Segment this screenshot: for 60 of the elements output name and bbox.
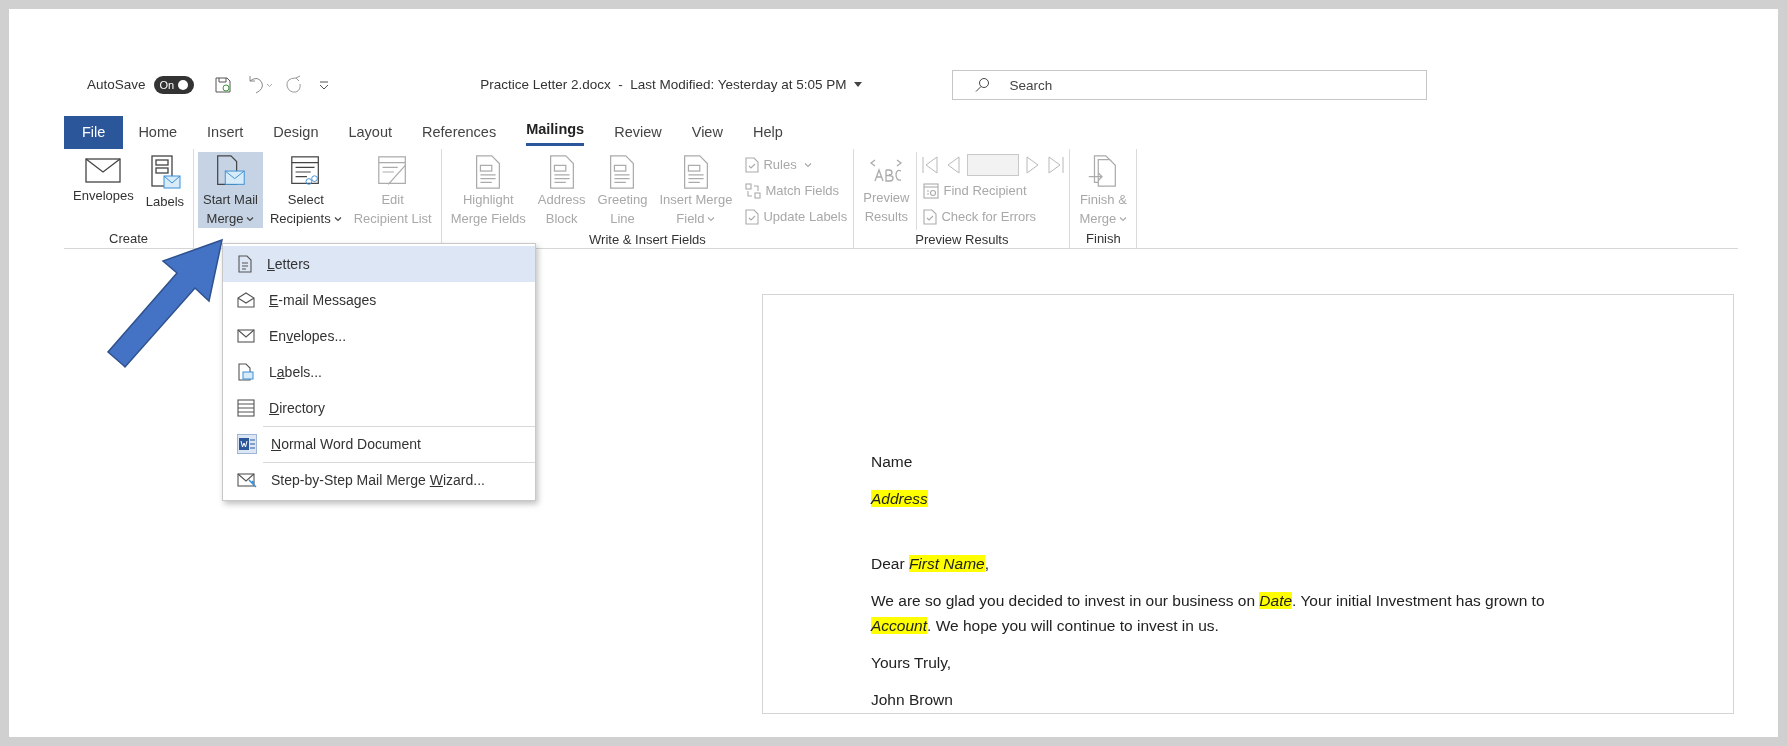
document-check-icon [745,209,760,225]
ribbon-tab[interactable]: Help [737,116,798,149]
menu-item[interactable]: Step-by-Step Mail Merge Wizard... [223,462,535,498]
ribbon-tab[interactable]: Review [599,116,677,149]
chevron-icon [246,215,255,222]
group-label: Finish [1085,230,1122,248]
ribbon-button[interactable]: Envelopes [68,152,139,228]
ribbon-tab[interactable]: Layout [333,116,407,149]
search-field[interactable]: Search [952,70,1428,100]
envelope-icon [237,329,255,343]
chevron-icon [333,215,342,222]
ribbon-tab[interactable]: Mailings [511,116,600,149]
search-icon [974,77,991,93]
first-record-icon [921,155,940,175]
menu-item[interactable]: Normal Word Document [223,426,535,462]
file-tab[interactable]: File [64,116,124,149]
caret-icon [854,82,863,88]
autosave-toggle[interactable]: On [153,76,195,94]
record-number-field[interactable] [967,154,1020,176]
menu-item[interactable]: Letters [223,246,535,282]
menu-item[interactable]: Directory [223,390,535,426]
directory-list-icon [237,399,255,417]
letter-paragraph: Yours Truly, [871,653,953,673]
chevron-icon [707,215,716,222]
customize-toolbar-icon[interactable] [318,79,331,91]
ribbon-tab[interactable]: References [407,116,512,149]
ribbon-tab[interactable]: Home [123,116,193,149]
group-label: Preview Results [914,231,1010,249]
group-label: Create [108,230,150,248]
labels-icon [237,363,255,381]
chevron-icon [803,162,812,168]
menu-item[interactable]: E-mail Messages [223,282,535,318]
find-recipient-icon [923,183,940,199]
document-title: Practice Letter 2.docx - Last Modified: Yesterday at 5:05 PM [480,75,847,94]
open-envelope-icon [237,292,255,308]
word-document-icon [237,434,257,454]
match-fields-icon [745,183,762,199]
ribbon-button[interactable]: Start Mail Merge [198,152,263,228]
letter-paragraph: Address [871,489,929,509]
menu-item[interactable]: Labels... [223,354,535,390]
last-record-icon [1047,155,1066,175]
ribbon-button[interactable]: Select Recipients [264,152,347,228]
letter-paragraph: Dear First Name, [871,554,990,574]
ribbon-tab[interactable]: View [676,116,738,149]
group-label: Write & Insert Fields [588,231,707,249]
ribbon-tab[interactable]: Design [258,116,334,149]
letter-paragraph: Name [871,452,914,472]
document-check-icon [923,209,938,225]
ribbon-button[interactable]: Labels [140,152,190,228]
previous-record-icon [945,155,962,175]
undo-icon[interactable] [246,75,275,95]
document-check-icon [745,157,760,173]
ribbon-tab[interactable]: Insert [192,116,259,149]
wizard-envelope-icon [237,472,257,488]
letter-paragraph: John Brown [871,690,954,710]
document-icon [237,255,253,273]
chevron-icon [1119,215,1128,222]
save-icon[interactable] [214,76,233,94]
autosave-label: AutoSave [87,75,146,94]
menu-item[interactable]: Envelopes... [223,318,535,354]
